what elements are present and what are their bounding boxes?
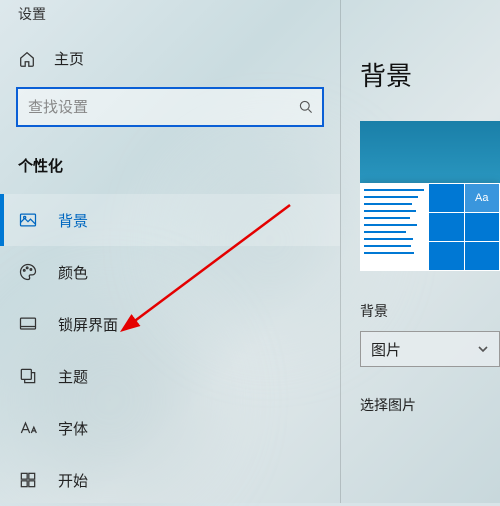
preview-tiles: Aa	[428, 183, 500, 271]
search-wrap	[16, 87, 324, 127]
image-icon	[18, 210, 38, 230]
settings-sidebar: 设置 主页 个性化 背景 颜色 锁屏界面 主题	[0, 0, 340, 503]
search-icon	[298, 99, 314, 115]
lockscreen-icon	[18, 314, 38, 334]
sidebar-item-label: 字体	[58, 418, 88, 439]
font-icon	[18, 418, 38, 438]
desktop-preview: Aa	[360, 121, 500, 271]
background-type-value: 图片	[371, 339, 401, 360]
sidebar-item-label: 背景	[58, 210, 88, 231]
sidebar-item-themes[interactable]: 主题	[0, 350, 340, 402]
section-header: 个性化	[0, 155, 340, 194]
preview-text-lines	[360, 183, 428, 271]
sidebar-item-label: 主题	[58, 366, 88, 387]
vertical-divider	[340, 0, 341, 503]
home-icon	[18, 50, 36, 68]
chevron-down-icon	[477, 343, 489, 355]
palette-icon	[18, 262, 38, 282]
preview-aa-tile: Aa	[465, 184, 500, 212]
choose-image-label: 选择图片	[360, 395, 500, 415]
search-input[interactable]	[16, 87, 324, 127]
start-icon	[18, 470, 38, 490]
home-label: 主页	[54, 48, 84, 69]
sidebar-item-lockscreen[interactable]: 锁屏界面	[0, 298, 340, 350]
sidebar-item-start[interactable]: 开始	[0, 454, 340, 506]
preview-sample-window: Aa	[360, 183, 500, 271]
page-title: 背景	[360, 56, 500, 93]
sidebar-item-fonts[interactable]: 字体	[0, 402, 340, 454]
sidebar-item-label: 开始	[58, 470, 88, 491]
background-type-select[interactable]: 图片	[360, 331, 500, 367]
home-button[interactable]: 主页	[0, 38, 340, 87]
sidebar-item-colors[interactable]: 颜色	[0, 246, 340, 298]
sidebar-item-background[interactable]: 背景	[0, 194, 340, 246]
background-type-label: 背景	[360, 301, 500, 321]
theme-icon	[18, 366, 38, 386]
sidebar-item-label: 颜色	[58, 262, 88, 283]
sidebar-item-label: 锁屏界面	[58, 314, 118, 335]
content-area: 背景 Aa 背景 图片 选择图片	[360, 0, 500, 503]
partial-header-text: 设置	[0, 0, 340, 38]
